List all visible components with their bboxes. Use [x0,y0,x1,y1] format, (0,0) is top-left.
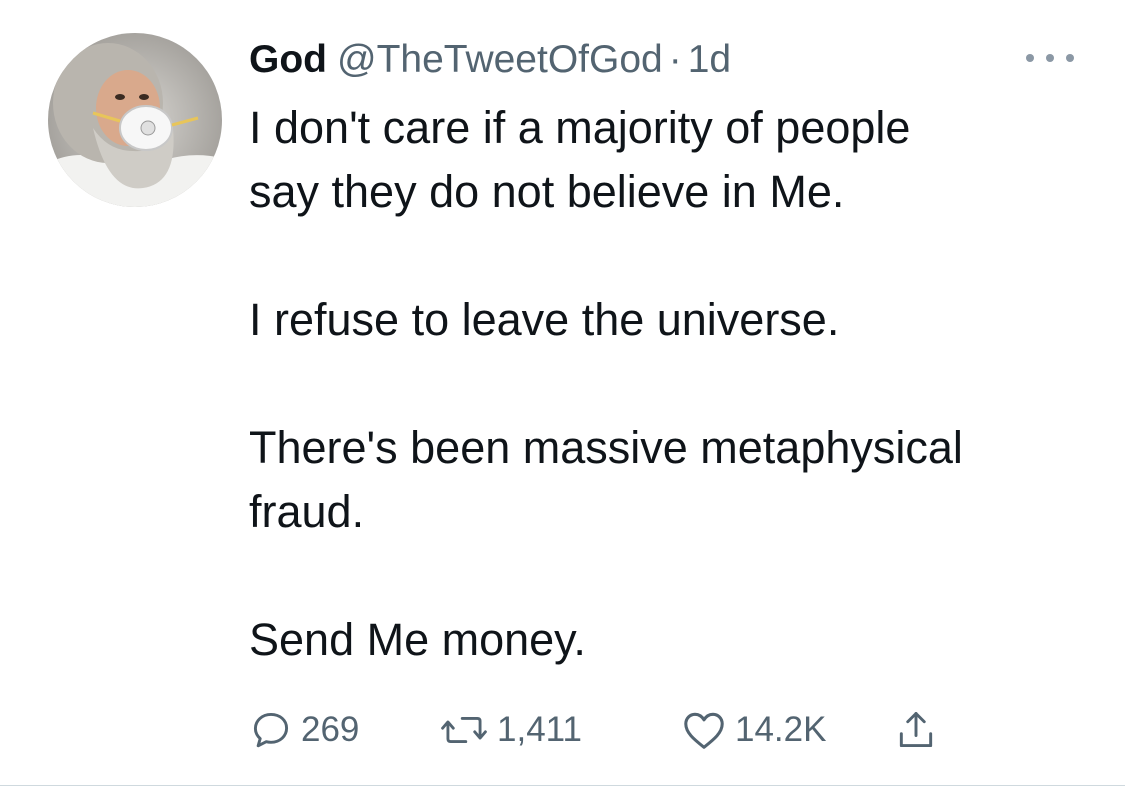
more-options-button[interactable] [1026,48,1074,68]
tweet-line: Send Me money. [249,614,586,665]
tweet-text: I don't care if a majority of people say… [249,96,1089,672]
tweet-line: I refuse to leave the universe. [249,294,840,345]
retweet-icon [441,716,487,744]
share-button[interactable] [894,705,938,755]
author-handle[interactable]: @TheTweetOfGod [337,36,663,84]
tweet-header: God @TheTweetOfGod · 1d [249,36,731,86]
tweet-line: fraud. [249,486,365,537]
reply-count: 269 [301,710,360,749]
timestamp[interactable]: 1d [688,36,731,84]
more-horizontal-icon [1026,54,1034,62]
avatar[interactable] [48,33,222,207]
retweet-button[interactable]: 1,411 [439,705,582,755]
heart-icon [684,712,724,749]
tweet-line: I don't care if a majority of people [249,102,911,153]
separator-dot: · [668,38,682,81]
avatar-image [48,33,222,207]
tweet-card[interactable]: God @TheTweetOfGod · 1d I don't care if … [0,0,1125,786]
retweet-count: 1,411 [497,710,582,749]
tweet-actions: 269 1,411 14.2K [249,705,969,755]
share-upload-icon [899,712,933,748]
more-horizontal-icon-dot [1046,54,1054,62]
like-count: 14.2K [735,710,827,749]
reply-bubble-icon [253,712,289,748]
like-button[interactable]: 14.2K [681,705,826,755]
tweet-divider [0,785,1125,786]
tweet-line: say they do not believe in Me. [249,166,845,217]
tweet-line: There's been massive metaphysical [249,422,963,473]
author-name[interactable]: God [249,36,327,84]
more-horizontal-icon-dot [1066,54,1074,62]
reply-button[interactable]: 269 [249,705,359,755]
